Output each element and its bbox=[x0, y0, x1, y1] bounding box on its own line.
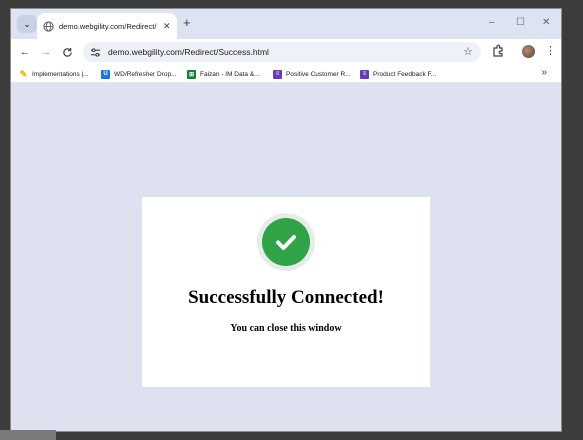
forms-icon: ≡ bbox=[273, 69, 282, 79]
forms-icon: ≡ bbox=[360, 69, 369, 79]
bookmark-star-icon[interactable]: ☆ bbox=[463, 45, 473, 58]
bookmark-label: Positive Customer R... bbox=[286, 70, 351, 78]
chevron-down-icon: ⌄ bbox=[23, 18, 31, 29]
pen-icon: ✎ bbox=[19, 68, 28, 79]
bookmark-label: Product Feedback F... bbox=[373, 70, 437, 78]
bookmark-label: WD/Refresher Drop... bbox=[114, 70, 177, 78]
close-window-button[interactable]: ✕ bbox=[542, 17, 550, 29]
forward-button[interactable]: → bbox=[38, 44, 54, 60]
minimize-button[interactable]: – bbox=[489, 17, 495, 29]
bookmark-item[interactable]: ✎ Implementations |... bbox=[19, 68, 89, 80]
url-text: demo.webgility.com/Redirect/Success.html bbox=[108, 47, 269, 57]
new-tab-button[interactable]: + bbox=[183, 16, 191, 30]
more-menu-icon[interactable]: ⋮ bbox=[545, 44, 556, 58]
back-button[interactable]: ← bbox=[17, 44, 33, 60]
bookmark-item[interactable]: ≡ Positive Customer R... bbox=[273, 68, 351, 80]
success-badge bbox=[257, 213, 315, 271]
profile-avatar[interactable] bbox=[522, 45, 535, 58]
bookmark-label: Faizan - IM Data &... bbox=[200, 70, 260, 78]
browser-toolbar: ← → demo.webgility.com/Redirect/Success.… bbox=[11, 39, 561, 65]
bookmark-label: Implementations |... bbox=[32, 70, 89, 78]
sheets-icon: ⊞ bbox=[187, 69, 196, 79]
bookmark-item[interactable]: U WD/Refresher Drop... bbox=[101, 68, 177, 80]
extensions-puzzle-icon[interactable] bbox=[491, 44, 505, 58]
tab-search-button[interactable]: ⌄ bbox=[17, 15, 37, 33]
reload-icon bbox=[62, 47, 72, 57]
bookmarks-bar: ✎ Implementations |... U WD/Refresher Dr… bbox=[11, 65, 561, 83]
maximize-button[interactable]: ☐ bbox=[516, 17, 525, 29]
taskbar-fragment bbox=[0, 430, 56, 440]
success-heading: Successfully Connected! bbox=[188, 287, 384, 308]
tab-strip: ⌄ demo.webgility.com/Redirect/S ✕ + – ☐ … bbox=[11, 9, 561, 39]
browser-window: ⌄ demo.webgility.com/Redirect/S ✕ + – ☐ … bbox=[10, 8, 562, 432]
checkmark-circle bbox=[262, 218, 310, 266]
screenshot-frame: ⌄ demo.webgility.com/Redirect/S ✕ + – ☐ … bbox=[0, 0, 583, 440]
address-bar[interactable]: demo.webgility.com/Redirect/Success.html… bbox=[83, 42, 481, 62]
bookmark-item[interactable]: ⊞ Faizan - IM Data &... bbox=[187, 68, 260, 80]
tab-title: demo.webgility.com/Redirect/S bbox=[59, 21, 157, 31]
page-content: Successfully Connected! You can close th… bbox=[11, 83, 561, 431]
site-info-icon[interactable] bbox=[89, 46, 101, 58]
globe-icon bbox=[43, 20, 54, 32]
bookmark-item[interactable]: ≡ Product Feedback F... bbox=[360, 68, 436, 80]
reload-button[interactable] bbox=[59, 44, 75, 60]
close-window-message: You can close this window bbox=[230, 323, 342, 334]
checkmark-icon bbox=[276, 235, 296, 250]
success-card: Successfully Connected! You can close th… bbox=[142, 197, 430, 387]
more-bookmarks-icon[interactable]: » bbox=[541, 67, 547, 78]
close-tab-icon[interactable]: ✕ bbox=[163, 21, 171, 32]
active-tab[interactable]: demo.webgility.com/Redirect/S ✕ bbox=[37, 13, 177, 39]
shield-icon: U bbox=[101, 69, 110, 79]
